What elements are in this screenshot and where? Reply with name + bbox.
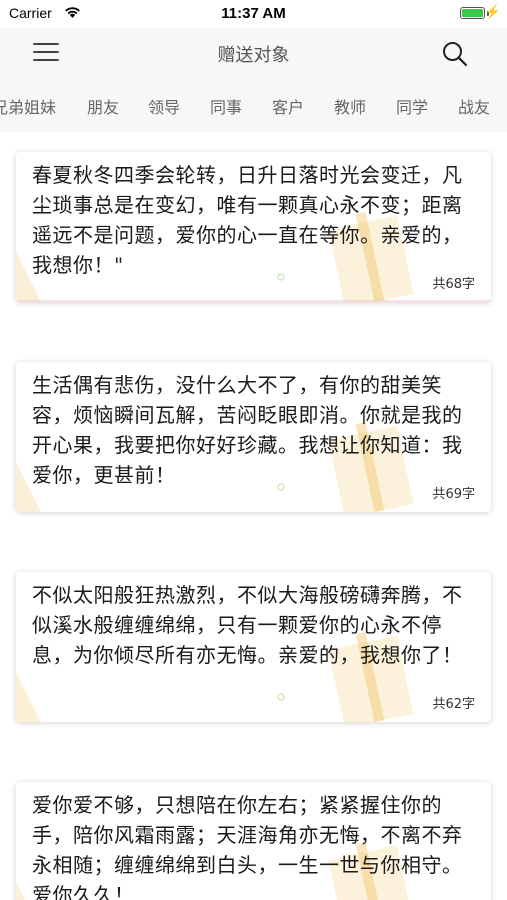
- message-card[interactable]: 不似太阳般狂热激烈，不似大海般磅礴奔腾，不似溪水般缠缠绵绵，只有一颗爱你的心永不…: [16, 572, 491, 722]
- tab-classmates[interactable]: 同学: [396, 94, 428, 118]
- charging-bolt-icon: ⚡: [484, 4, 501, 19]
- message-text: 不似太阳般狂热激烈，不似大海般磅礴奔腾，不似溪水般缠缠绵绵，只有一颗爱你的心永不…: [32, 583, 463, 667]
- message-card[interactable]: 生活偶有悲伤，没什么大不了，有你的甜美笑容，烦恼瞬间瓦解，苦闷眨眼即消。你就是我…: [16, 362, 491, 512]
- menu-button[interactable]: [31, 40, 61, 64]
- message-text: 春夏秋冬四季会轮转，日升日落时光会变迁，凡尘琐事总是在变幻，唯有一颗真心永不变；…: [32, 163, 463, 277]
- character-count: 共62字: [432, 697, 475, 712]
- search-button[interactable]: [440, 39, 470, 69]
- status-time: 11:37 AM: [221, 5, 286, 22]
- tab-colleagues[interactable]: 同事: [210, 94, 242, 118]
- navigation-bar: 赠送对象: [0, 28, 507, 78]
- character-count: 共68字: [432, 277, 475, 292]
- tab-friends[interactable]: 朋友: [87, 94, 119, 118]
- character-count: 共69字: [432, 487, 475, 502]
- search-icon: [443, 42, 468, 67]
- status-bar: Carrier 11:37 AM ⚡: [0, 0, 507, 28]
- battery-icon: [460, 7, 485, 19]
- message-list: 春夏秋冬四季会轮转，日升日落时光会变迁，凡尘琐事总是在变幻，唯有一颗真心永不变；…: [0, 132, 507, 900]
- category-tabs: 兄弟姐妹 朋友 领导 同事 客户 教师 同学 战友: [0, 78, 507, 132]
- tab-siblings[interactable]: 兄弟姐妹: [0, 94, 56, 118]
- message-text: 爱你爱不够，只想陪在你左右；紧紧握住你的手，陪你风霜雨露；天涯海角亦无悔，不离不…: [32, 793, 463, 900]
- message-card[interactable]: 春夏秋冬四季会轮转，日升日落时光会变迁，凡尘琐事总是在变幻，唯有一颗真心永不变；…: [16, 152, 491, 302]
- message-card[interactable]: 爱你爱不够，只想陪在你左右；紧紧握住你的手，陪你风霜雨露；天涯海角亦无悔，不离不…: [16, 782, 491, 900]
- tab-leaders[interactable]: 领导: [148, 94, 180, 118]
- page-title: 赠送对象: [217, 45, 290, 66]
- tab-teachers[interactable]: 教师: [334, 94, 366, 118]
- tab-comrades[interactable]: 战友: [458, 94, 490, 118]
- message-text: 生活偶有悲伤，没什么大不了，有你的甜美笑容，烦恼瞬间瓦解，苦闷眨眼即消。你就是我…: [32, 373, 463, 487]
- tab-clients[interactable]: 客户: [272, 94, 304, 118]
